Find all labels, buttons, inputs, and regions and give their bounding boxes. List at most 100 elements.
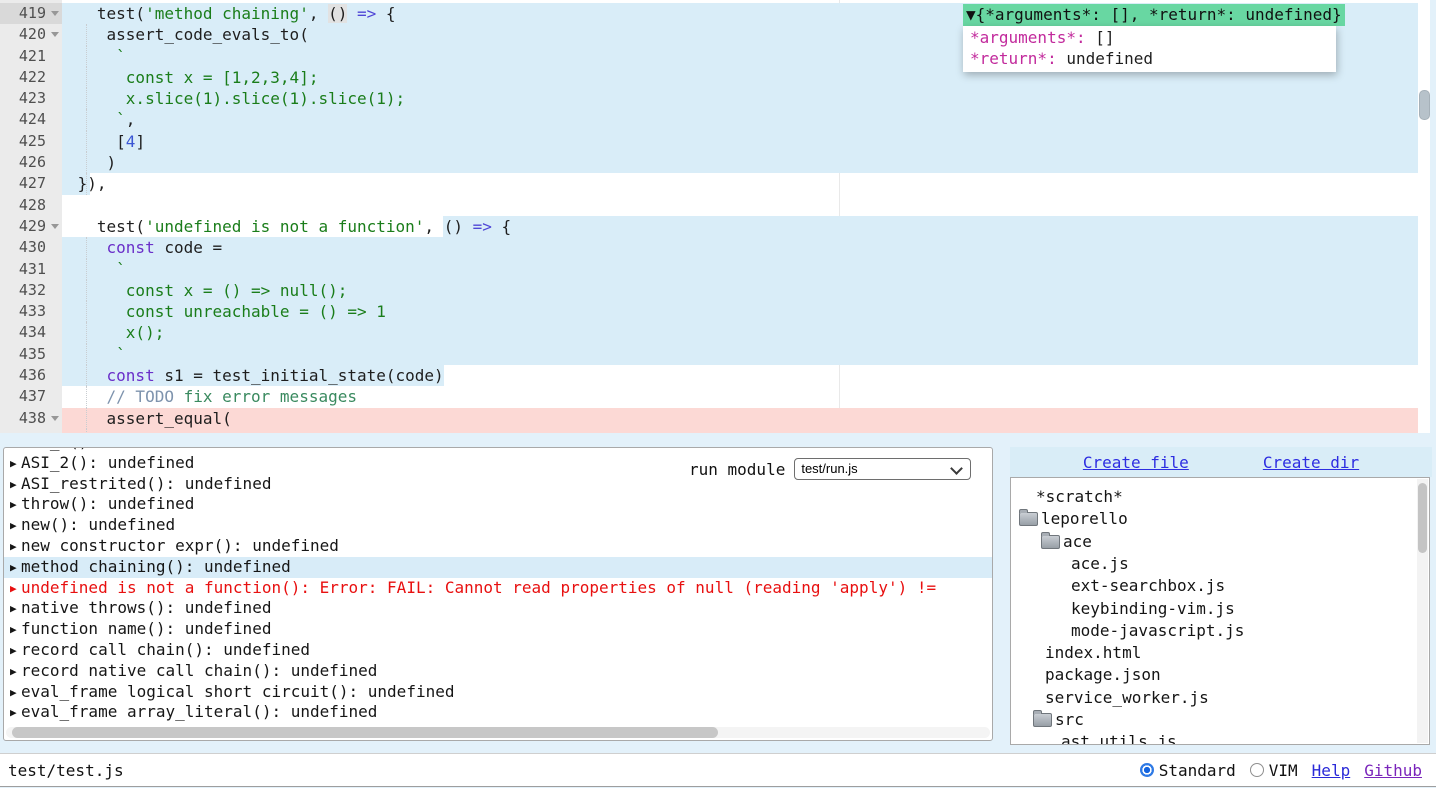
tree-item[interactable]: ace.js xyxy=(1011,553,1429,575)
keybinding-option-standard[interactable]: Standard xyxy=(1140,761,1236,780)
gutter-line-number[interactable]: 433 xyxy=(0,301,62,322)
inspector-row[interactable]: *arguments*: [] xyxy=(963,27,1336,48)
github-link[interactable]: Github xyxy=(1364,761,1422,780)
code-line[interactable]: 423 x.slice(1).slice(1).slice(1); xyxy=(0,88,1430,109)
tree-item[interactable]: ast_utils.js xyxy=(1011,731,1429,745)
gutter-line-number[interactable]: 437 xyxy=(0,386,62,407)
tree-item[interactable]: ace xyxy=(1011,531,1429,553)
gutter-line-number[interactable]: 432 xyxy=(0,280,62,301)
expand-arrow-icon[interactable]: ▶ xyxy=(10,475,21,496)
tree-item[interactable]: mode-javascript.js xyxy=(1011,620,1429,642)
gutter-line-number[interactable]: 420 xyxy=(0,24,62,45)
file-tree[interactable]: *scratch*leporelloaceace.jsext-searchbox… xyxy=(1010,477,1430,745)
tree-item[interactable]: *scratch* xyxy=(1011,486,1429,508)
fold-caret-icon[interactable] xyxy=(51,416,59,421)
horizontal-scrollbar-thumb[interactable] xyxy=(12,727,718,738)
code-line[interactable]: 430 const code = xyxy=(0,237,1430,258)
expand-arrow-icon[interactable]: ▶ xyxy=(10,662,21,683)
test-result-item[interactable]: ▶new constructor expr(): undefined xyxy=(4,536,992,557)
gutter-line-number[interactable]: 421 xyxy=(0,46,62,67)
code-line[interactable]: 433 const unreachable = () => 1 xyxy=(0,301,1430,322)
expand-arrow-icon[interactable]: ▶ xyxy=(10,620,21,641)
test-result-item[interactable]: ▶native throws(): undefined xyxy=(4,598,992,619)
code-line[interactable]: 424 `, xyxy=(0,109,1430,130)
gutter-line-number[interactable]: 427 xyxy=(0,173,62,194)
gutter-line-number[interactable]: 439 xyxy=(0,429,62,433)
code-line[interactable]: 438 assert_equal( xyxy=(0,408,1430,429)
run-module-select[interactable]: test/run.js xyxy=(794,458,971,480)
code-line[interactable]: 429 test('undefined is not a function', … xyxy=(0,216,1430,237)
fold-caret-icon[interactable] xyxy=(51,224,59,229)
inspector-row[interactable]: *return*: undefined xyxy=(963,48,1336,69)
expand-arrow-icon[interactable]: ▶ xyxy=(10,599,21,620)
code-line[interactable]: 439 root_calltree_node(s1) xyxy=(0,429,1430,433)
editor-scrollbar-thumb[interactable] xyxy=(1419,90,1430,120)
test-result-item[interactable]: ▶eval_frame array_literal(): undefined xyxy=(4,702,992,723)
code-line[interactable]: 434 x(); xyxy=(0,322,1430,343)
test-result-item[interactable]: ▶function name(): undefined xyxy=(4,619,992,640)
test-result-item[interactable]: ▶new(): undefined xyxy=(4,515,992,536)
code-line[interactable]: 436 const s1 = test_initial_state(code) xyxy=(0,365,1430,386)
expand-arrow-icon[interactable]: ▶ xyxy=(10,558,21,579)
tree-item[interactable]: leporello xyxy=(1011,508,1429,530)
create-file-link[interactable]: Create file xyxy=(1083,453,1189,472)
gutter-line-number[interactable]: 419 xyxy=(0,3,62,24)
code-line[interactable]: 431 ` xyxy=(0,259,1430,280)
gutter-line-number[interactable]: 422 xyxy=(0,67,62,88)
folder-icon[interactable] xyxy=(1019,512,1038,526)
tree-item[interactable]: src xyxy=(1011,709,1429,731)
expand-arrow-icon[interactable]: ▶ xyxy=(10,516,21,537)
keybinding-option-vim[interactable]: VIM xyxy=(1250,761,1298,780)
expand-arrow-icon[interactable]: ▶ xyxy=(10,454,21,475)
horizontal-scrollbar[interactable] xyxy=(6,727,990,738)
gutter-line-number[interactable]: 425 xyxy=(0,131,62,152)
expand-arrow-icon[interactable]: ▶ xyxy=(10,579,21,600)
gutter-line-number[interactable]: 431 xyxy=(0,259,62,280)
gutter-line-number[interactable]: 436 xyxy=(0,365,62,386)
gutter-line-number[interactable]: 424 xyxy=(0,109,62,130)
gutter-line-number[interactable]: 435 xyxy=(0,344,62,365)
radio-vim-icon[interactable] xyxy=(1250,763,1264,777)
inspector-summary[interactable]: ▼{*arguments*: [], *return*: undefined} xyxy=(963,4,1345,26)
test-output-panel[interactable]: ▶ASI_1(): undefined▶ASI_2(): undefined▶A… xyxy=(3,447,993,741)
test-result-item[interactable]: ▶record call chain(): undefined xyxy=(4,640,992,661)
tree-item[interactable]: ext-searchbox.js xyxy=(1011,575,1429,597)
expand-arrow-icon[interactable]: ▶ xyxy=(10,537,21,558)
folder-icon[interactable] xyxy=(1041,535,1060,549)
expand-arrow-icon[interactable]: ▶ xyxy=(10,683,21,704)
gutter-line-number[interactable]: 426 xyxy=(0,152,62,173)
gutter-line-number[interactable]: 430 xyxy=(0,237,62,258)
radio-standard-icon[interactable] xyxy=(1140,763,1154,777)
gutter-line-number[interactable]: 434 xyxy=(0,322,62,343)
test-result-item[interactable]: ▶eval_frame logical short circuit(): und… xyxy=(4,682,992,703)
expand-arrow-icon[interactable]: ▶ xyxy=(10,703,21,724)
gutter-line-number[interactable]: 423 xyxy=(0,88,62,109)
fold-caret-icon[interactable] xyxy=(51,32,59,37)
folder-icon[interactable] xyxy=(1033,713,1052,727)
gutter-line-number[interactable]: 438 xyxy=(0,408,62,429)
tree-item[interactable]: service_worker.js xyxy=(1011,687,1429,709)
code-line[interactable]: 437 // TODO fix error messages xyxy=(0,386,1430,407)
tree-scrollbar-thumb[interactable] xyxy=(1418,483,1427,553)
fold-caret-icon[interactable] xyxy=(51,11,59,16)
expand-arrow-icon[interactable]: ▶ xyxy=(10,641,21,662)
code-line[interactable]: 426 ) xyxy=(0,152,1430,173)
gutter-line-number[interactable]: 429 xyxy=(0,216,62,237)
code-line[interactable]: 425 [4] xyxy=(0,131,1430,152)
test-result-item[interactable]: ▶method chaining(): undefined xyxy=(4,557,992,578)
help-link[interactable]: Help xyxy=(1312,761,1351,780)
create-dir-link[interactable]: Create dir xyxy=(1263,453,1359,472)
tree-item[interactable]: keybinding-vim.js xyxy=(1011,598,1429,620)
test-result-item[interactable]: ▶record native call chain(): undefined xyxy=(4,661,992,682)
code-line[interactable]: 432 const x = () => null(); xyxy=(0,280,1430,301)
tree-item[interactable]: index.html xyxy=(1011,642,1429,664)
code-line[interactable]: 427 }), xyxy=(0,173,1430,194)
tree-scrollbar[interactable] xyxy=(1417,479,1428,743)
expand-arrow-icon[interactable]: ▶ xyxy=(10,495,21,516)
gutter-line-number[interactable]: 428 xyxy=(0,195,62,216)
test-result-item[interactable]: ▶undefined is not a function(): Error: F… xyxy=(4,578,992,599)
test-result-item[interactable]: ▶throw(): undefined xyxy=(4,494,992,515)
code-line[interactable]: 435 ` xyxy=(0,344,1430,365)
tree-item[interactable]: package.json xyxy=(1011,664,1429,686)
code-line[interactable]: 428 xyxy=(0,195,1430,216)
